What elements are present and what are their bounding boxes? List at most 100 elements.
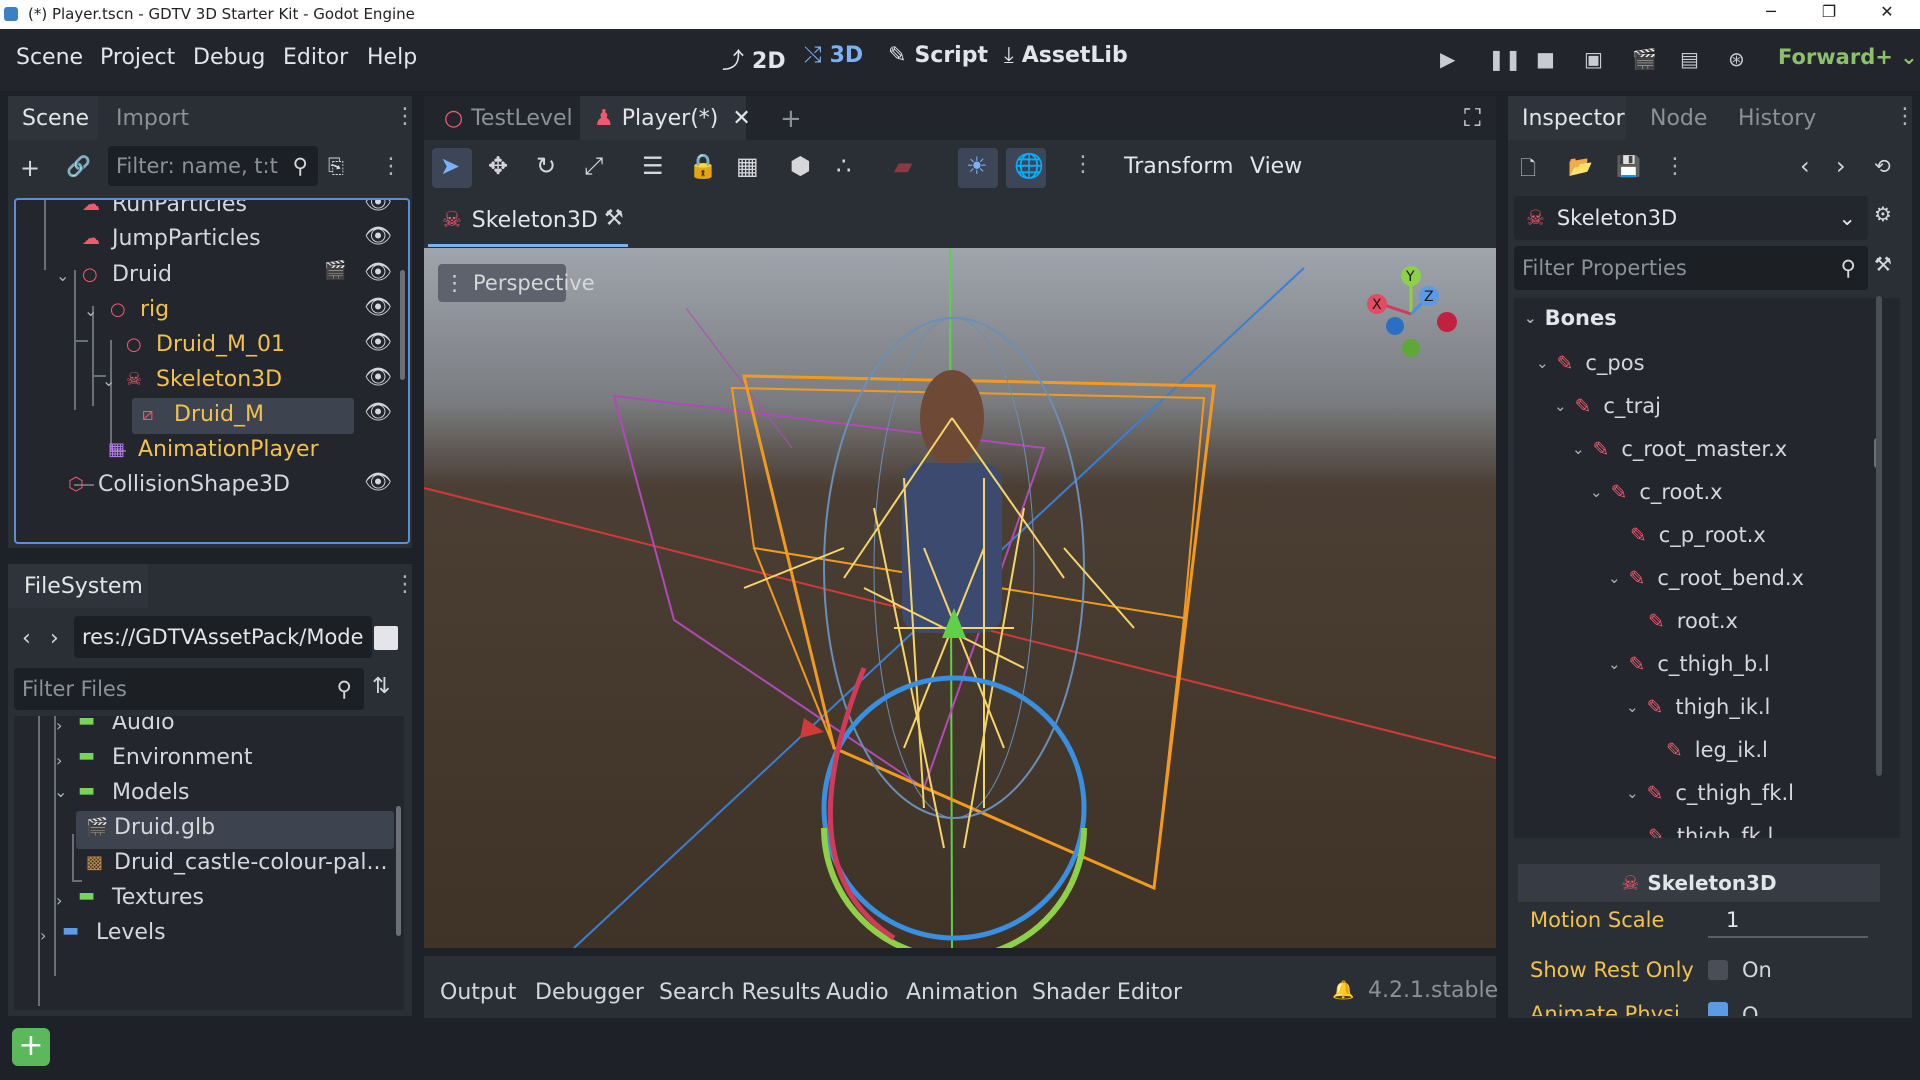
animate-physical-checkbox[interactable]: O... — [1708, 1002, 1778, 1016]
chevron-right-icon[interactable]: › — [56, 891, 62, 910]
tab-filesystem[interactable]: FileSystem — [24, 574, 143, 599]
bone-c-pos[interactable]: ⌄ ✎ c_pos — [1536, 342, 1645, 384]
tree-node-druid[interactable]: ⌄ ○ Druid 🎬 👁 — [16, 256, 408, 296]
visibility-eye-icon[interactable]: 👁 — [364, 224, 392, 249]
list-select-icon[interactable]: ☰ — [642, 152, 664, 180]
tree-node-animationplayer[interactable]: ▦ AnimationPlayer — [16, 431, 408, 471]
filesystem-menu-icon[interactable]: ⋮ — [394, 572, 416, 597]
minimize-button[interactable]: ─ — [1748, 2, 1794, 26]
pause-icon[interactable]: ❚❚ — [1488, 47, 1522, 71]
menu-debug[interactable]: Debug — [193, 45, 265, 70]
snap-icon[interactable]: ∴ — [836, 152, 851, 180]
tab-node[interactable]: Node — [1650, 106, 1707, 131]
split-mode-icon[interactable] — [374, 626, 398, 650]
close-window-button[interactable]: ✕ — [1864, 2, 1910, 26]
movie-maker-icon[interactable]: ⊛ — [1728, 47, 1745, 71]
camera-override-icon[interactable]: ▰ — [894, 152, 912, 180]
resource-menu-icon[interactable]: ⋮ — [1664, 154, 1686, 179]
file-druid-glb[interactable]: 🎬 Druid.glb — [14, 809, 404, 849]
perspective-menu[interactable]: ⋮ Perspective — [438, 264, 595, 302]
skeleton-tools-icon[interactable]: ⚒ — [604, 206, 624, 231]
bone-thigh-fk-l[interactable]: ✎ thigh_fk.l — [1648, 815, 1773, 838]
lock-icon[interactable]: 🔒 — [688, 152, 718, 180]
play-custom-scene-icon[interactable]: ▤ — [1680, 47, 1699, 71]
group-icon[interactable]: ▦ — [736, 152, 759, 180]
scale-mode-icon[interactable]: ⤢ — [584, 152, 603, 180]
forward-icon[interactable]: › — [50, 626, 59, 651]
menu-help[interactable]: Help — [367, 45, 417, 70]
visibility-eye-icon[interactable]: 👁 — [364, 365, 392, 390]
filter-files-input[interactable]: Filter Files ⚲ — [14, 668, 364, 710]
open-in-editor-icon[interactable]: 🎬 — [324, 260, 346, 281]
workspace-assetlib-button[interactable]: ⤓ AssetLib — [1004, 43, 1128, 68]
chevron-down-icon[interactable]: ⌄ — [84, 301, 97, 320]
play-scene-icon[interactable]: 🎬 — [1632, 47, 1657, 71]
scene-tree-menu-icon[interactable]: ⋮ — [380, 154, 402, 179]
tab-audio[interactable]: Audio — [826, 980, 889, 1005]
visibility-eye-icon[interactable]: 👁 — [364, 330, 392, 355]
visibility-eye-icon[interactable]: 👁 — [364, 470, 392, 495]
renderer-selector[interactable]: Forward+ ⌄ — [1778, 45, 1918, 69]
bone-c-traj[interactable]: ⌄ ✎ c_traj — [1554, 385, 1661, 427]
property-settings-icon[interactable]: ⚒ — [1874, 252, 1892, 276]
bone-leg-ik-l[interactable]: ✎ leg_ik.l — [1666, 729, 1768, 771]
object-selector[interactable]: ☠ Skeleton3D ⌄ — [1514, 196, 1868, 240]
close-tab-icon[interactable]: ✕ — [732, 106, 750, 131]
tab-animation[interactable]: Animation — [906, 980, 1018, 1005]
folder-levels[interactable]: › ▬ Levels — [14, 914, 404, 954]
object-tools-icon[interactable]: ⚙ — [1874, 202, 1892, 226]
inspector-scrollbar[interactable] — [1876, 296, 1882, 776]
menu-scene[interactable]: Scene — [16, 45, 83, 70]
tab-scene[interactable]: Scene — [22, 106, 89, 131]
rotate-mode-icon[interactable]: ↻ — [536, 152, 556, 180]
add-icon[interactable]: + — [12, 1028, 50, 1066]
tree-node-jumpparticles[interactable]: ☁ JumpParticles 👁 — [16, 220, 408, 260]
bone-c-thigh-fk-l[interactable]: ⌄ ✎ c_thigh_fk.l — [1626, 772, 1794, 814]
preview-menu-icon[interactable]: ⋮ — [1072, 152, 1094, 177]
history-back-icon[interactable]: ‹ — [1800, 152, 1810, 180]
tab-import[interactable]: Import — [116, 106, 189, 131]
visibility-eye-icon[interactable]: 👁 — [364, 400, 392, 425]
file-druid-castle-palette[interactable]: ▩ Druid_castle-colour-pal... — [14, 844, 404, 884]
local-space-icon[interactable]: ⬢ — [790, 152, 811, 180]
view-menu[interactable]: View — [1250, 154, 1302, 179]
bone-c-root-master[interactable]: ⌄ ✎ c_root_master.x — [1572, 428, 1787, 470]
filter-properties-input[interactable]: Filter Properties ⚲ — [1514, 246, 1868, 290]
distraction-free-icon[interactable]: ⛶ — [1464, 104, 1481, 132]
play-icon[interactable]: ▶ — [1440, 47, 1455, 71]
chevron-right-icon[interactable]: › — [56, 716, 62, 735]
tree-node-rig[interactable]: ⌄ ○ rig 👁 — [16, 291, 408, 331]
motion-scale-value[interactable]: 1 — [1726, 908, 1739, 932]
scene-tab-testlevel[interactable]: ○ TestLevel — [444, 106, 573, 131]
new-resource-icon[interactable]: 🗋 — [1520, 154, 1536, 188]
visibility-eye-icon[interactable]: 👁 — [364, 200, 392, 215]
folder-textures[interactable]: › ▬ Textures — [14, 879, 404, 919]
chevron-right-icon[interactable]: › — [56, 751, 62, 770]
orientation-gizmo[interactable]: Y X Z — [1359, 262, 1469, 372]
workspace-script-button[interactable]: ✎ Script — [888, 43, 988, 68]
chevron-right-icon[interactable]: › — [40, 926, 46, 945]
add-node-icon[interactable]: + — [20, 154, 40, 182]
chevron-down-icon[interactable]: ⌄ — [56, 266, 69, 285]
history-icon[interactable]: ⟲ — [1874, 154, 1891, 178]
motion-scale-slider[interactable] — [1708, 936, 1868, 938]
select-mode-icon[interactable]: ➤ — [440, 152, 460, 180]
save-icon[interactable]: 💾 — [1616, 154, 1641, 178]
show-rest-only-checkbox[interactable]: On — [1708, 958, 1772, 982]
tab-search-results[interactable]: Search Results — [659, 980, 821, 1005]
move-mode-icon[interactable]: ✥ — [488, 152, 508, 180]
inspector-dock-menu-icon[interactable]: ⋮ — [1894, 104, 1916, 129]
tab-history[interactable]: History — [1738, 106, 1816, 131]
bone-c-root-bend[interactable]: ⌄ ✎ c_root_bend.x — [1608, 557, 1804, 599]
sun-preview-icon[interactable]: ☀ — [966, 152, 988, 180]
filesystem-path-input[interactable]: res://GDTVAssetPack/Mode — [74, 616, 372, 658]
add-scene-tab-icon[interactable]: + — [780, 104, 802, 134]
bones-section-header[interactable]: ⌄ Bones — [1524, 306, 1617, 330]
scene-tab-player[interactable]: ♟ Player(*) ✕ — [594, 106, 751, 131]
tab-shader-editor[interactable]: Shader Editor — [1032, 980, 1182, 1005]
workspace-2d-button[interactable]: ⤴ 2D — [722, 43, 786, 75]
bone-root[interactable]: ✎ root.x — [1648, 600, 1738, 642]
tab-debugger[interactable]: Debugger — [535, 980, 644, 1005]
visibility-eye-icon[interactable]: 👁 — [364, 260, 392, 285]
file-tree-scrollbar[interactable] — [396, 806, 401, 936]
